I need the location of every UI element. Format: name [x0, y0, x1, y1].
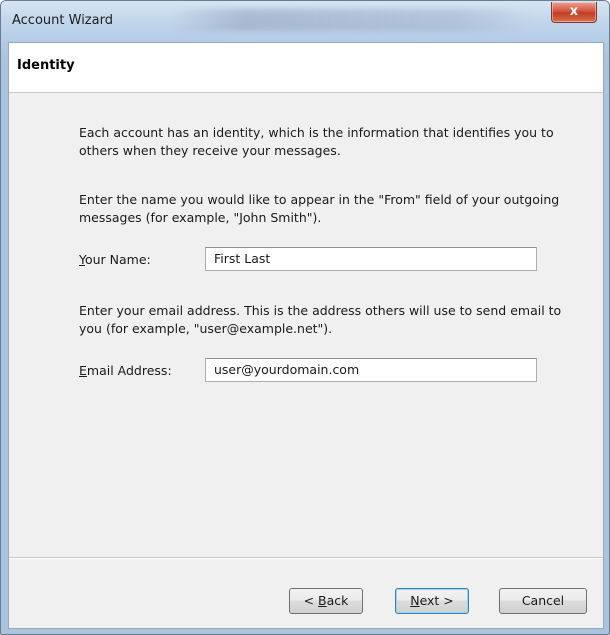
window-title: Account Wizard	[12, 13, 113, 28]
your-name-label-text: our Name:	[84, 252, 151, 267]
wizard-header: Identity	[9, 43, 603, 93]
cancel-button[interactable]: Cancel	[499, 588, 587, 614]
email-address-label: Email Address:	[79, 363, 172, 378]
email-address-label-text: mail Address:	[86, 363, 172, 378]
next-button[interactable]: Next >	[395, 588, 469, 614]
intro-text: Each account has an identity, which is t…	[79, 125, 554, 158]
back-accel: B	[318, 593, 327, 608]
close-button[interactable]: x	[551, 2, 597, 23]
footer-separator	[9, 557, 603, 559]
account-wizard-window: Account Wizard x Identity Each account h…	[0, 0, 610, 635]
your-name-field[interactable]: First Last	[205, 247, 537, 271]
back-button[interactable]: < Back	[289, 588, 363, 614]
name-instructions: Enter the name you would like to appear …	[79, 192, 560, 225]
blurred-title-overlay	[171, 9, 531, 31]
next-accel: N	[410, 593, 420, 608]
your-name-label: Your Name:	[79, 252, 151, 267]
cancel-button-label: Cancel	[521, 593, 565, 608]
wizard-client-area: Identity Each account has an identity, w…	[8, 42, 604, 629]
back-button-label: < Back	[304, 589, 349, 613]
next-button-label: Next >	[410, 589, 454, 613]
next-rest: ext >	[419, 593, 454, 608]
back-rest: ack	[326, 593, 349, 608]
email-address-field[interactable]: user@yourdomain.com	[205, 358, 537, 382]
page-title: Identity	[17, 58, 75, 73]
email-instructions: Enter your email address. This is the ad…	[79, 303, 562, 336]
back-prefix: <	[303, 593, 319, 608]
close-icon: x	[569, 4, 579, 19]
title-bar[interactable]: Account Wizard x	[1, 1, 609, 42]
email-address-accel: E	[79, 363, 87, 378]
